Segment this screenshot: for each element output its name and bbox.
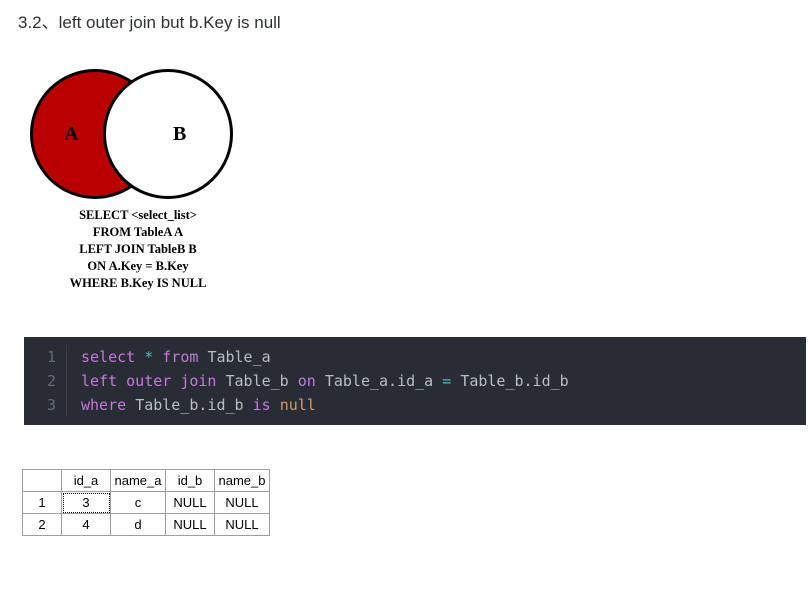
table-header-cell (23, 470, 62, 492)
line-number: 1 (24, 345, 67, 369)
table-header-cell: id_a (62, 470, 111, 492)
row-index: 1 (23, 492, 62, 514)
table-cell: 4 (62, 514, 111, 536)
table-cell: 3 (62, 492, 111, 514)
sql-template: SELECT <select_list> FROM TableA A LEFT … (48, 207, 228, 291)
venn-figure: A B SELECT <select_list> FROM TableA A L… (18, 69, 228, 291)
table-header-row: id_a name_a id_b name_b (23, 470, 270, 492)
table-cell: d (111, 514, 166, 536)
table-cell: NULL (215, 492, 270, 514)
code-line: 3 where Table_b.id_b is null (24, 393, 806, 417)
table-cell: NULL (215, 514, 270, 536)
venn-label-a: A (64, 123, 78, 146)
code-block: 1 select * from Table_a 2 left outer joi… (24, 337, 806, 425)
result-table: id_a name_a id_b name_b 1 3 c NULL NULL … (22, 469, 270, 536)
line-number: 3 (24, 393, 67, 417)
section-heading: 3.2、left outer join but b.Key is null (18, 8, 808, 33)
venn-label-b: B (173, 123, 186, 146)
table-row: 2 4 d NULL NULL (23, 514, 270, 536)
venn-circle-b (103, 69, 233, 199)
code-line: 1 select * from Table_a (24, 345, 806, 369)
table-row: 1 3 c NULL NULL (23, 492, 270, 514)
code-line: 2 left outer join Table_b on Table_a.id_… (24, 369, 806, 393)
table-cell: NULL (166, 492, 215, 514)
table-header-cell: id_b (166, 470, 215, 492)
line-number: 2 (24, 369, 67, 393)
table-header-cell: name_a (111, 470, 166, 492)
row-index: 2 (23, 514, 62, 536)
table-header-cell: name_b (215, 470, 270, 492)
table-cell: NULL (166, 514, 215, 536)
table-cell: c (111, 492, 166, 514)
